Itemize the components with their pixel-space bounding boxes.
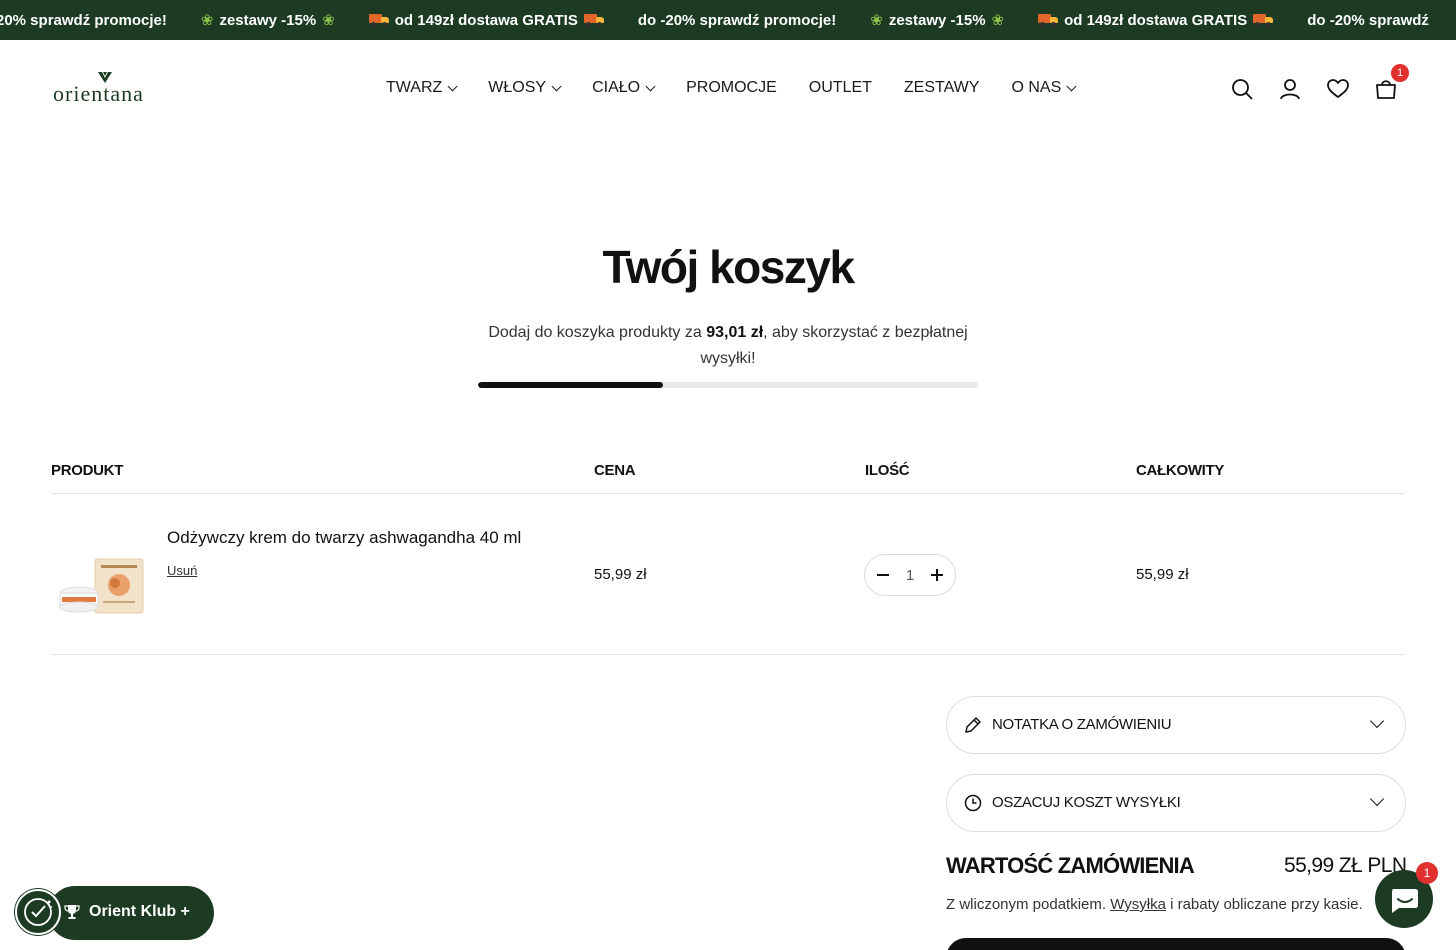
- chat-notification-badge: 1: [1416, 862, 1438, 884]
- free-shipping-progress: [478, 382, 978, 388]
- announcement-item: -20% sprawdź promocje!: [0, 12, 167, 29]
- announcement-text: od 149zł dostawa GRATIS: [1064, 11, 1248, 29]
- announcement-text: -20% sprawdź promocje!: [0, 11, 167, 29]
- accessibility-button[interactable]: [15, 889, 61, 935]
- column-total: CAŁKOWITY: [1136, 462, 1225, 479]
- nav-item-twarz[interactable]: TWARZ: [386, 78, 458, 98]
- accessibility-icon: [24, 898, 52, 926]
- tax-note-after: i rabaty obliczane przy kasie.: [1165, 896, 1363, 913]
- announcement-item: od 149zł dostawa GRATIS: [1038, 11, 1274, 29]
- quantity-stepper: 1: [864, 554, 956, 596]
- free-shipping-message: Dodaj do koszyka produkty za 93,01 zł, a…: [478, 320, 978, 372]
- account-button[interactable]: [1277, 76, 1303, 102]
- announcement-bar: -20% sprawdź promocje! ❀ zestawy -15% ❀ od 1…: [0, 0, 1456, 40]
- free-shipping-amount: 93,01 zł: [706, 324, 764, 341]
- nav-item-label: WŁOSY: [488, 79, 547, 96]
- announcement-item: ❀ zestawy -15% ❀: [200, 11, 335, 30]
- column-quantity: ILOŚĆ: [865, 462, 910, 479]
- leaf-icon: ❀: [870, 12, 883, 29]
- order-total-label: WARTOŚĆ ZAMÓWIENIA: [946, 853, 1195, 878]
- cart-button[interactable]: 1: [1373, 64, 1409, 102]
- cart-table-header: PRODUKT CENA ILOŚĆ CAŁKOWITY: [51, 462, 1405, 494]
- announcement-item: ❀ zestawy -15% ❀: [870, 11, 1005, 30]
- checkout-button[interactable]: [946, 938, 1406, 950]
- remove-item-link[interactable]: Usuń: [167, 563, 197, 578]
- truck-icon: [1038, 13, 1059, 27]
- chevron-down-icon: [1369, 791, 1385, 807]
- column-price: CENA: [594, 462, 636, 479]
- nav-item-label: O NAS: [1011, 79, 1062, 96]
- nav-item-label: ZESTAWY: [903, 79, 980, 96]
- shipping-policy-link[interactable]: Wysyłka: [1110, 896, 1166, 913]
- main-nav: TWARZ WŁOSY CIAŁO PROMOCJE OUTLET ZESTAWY O NA…: [386, 78, 1107, 98]
- trophy-icon: [64, 905, 80, 919]
- chevron-down-icon: [551, 81, 562, 91]
- nav-item-o-nas[interactable]: O NAS: [1011, 78, 1077, 98]
- nav-item-ciało[interactable]: CIAŁO: [592, 78, 656, 98]
- truck-icon: [583, 13, 604, 27]
- nav-item-label: CIAŁO: [592, 79, 641, 96]
- announcement-text: zestawy -15%: [888, 11, 986, 29]
- item-total: 55,99 zł: [1136, 566, 1189, 583]
- nav-item-outlet[interactable]: OUTLET: [809, 78, 872, 98]
- announcement-item: od 149zł dostawa GRATIS: [368, 11, 604, 29]
- header-icons: 1: [1229, 64, 1421, 102]
- leaf-icon: ❀: [322, 12, 335, 29]
- chevron-down-icon: [1066, 81, 1077, 91]
- truck-icon: [1253, 13, 1274, 27]
- progress-fill: [478, 382, 663, 388]
- announcement-item: do -20% sprawdź: [1307, 12, 1429, 29]
- quantity-decrease-button[interactable]: [876, 568, 890, 582]
- clock-icon: [964, 794, 982, 812]
- search-icon: [1232, 79, 1253, 100]
- announcement-text: do -20% sprawdź promocje!: [637, 11, 837, 29]
- chevron-down-icon: [1369, 713, 1385, 729]
- announcement-text: od 149zł dostawa GRATIS: [394, 11, 578, 29]
- announcement-item: do -20% sprawdź promocje!: [638, 12, 836, 29]
- order-note-toggle[interactable]: NOTATKA O ZAMÓWIENIU: [946, 696, 1406, 754]
- nav-item-label: TWARZ: [386, 79, 443, 96]
- order-note-label: NOTATKA O ZAMÓWIENIU: [992, 716, 1172, 733]
- search-button[interactable]: [1229, 76, 1255, 102]
- wishlist-button[interactable]: [1325, 76, 1351, 102]
- announcement-text: zestawy -15%: [219, 11, 317, 29]
- nav-item-promocje[interactable]: PROMOCJE: [686, 78, 777, 98]
- cart-count-badge: 1: [1391, 64, 1409, 82]
- truck-icon: [368, 13, 389, 27]
- page-title: Twój koszyk: [602, 241, 855, 293]
- announcement-text: do -20% sprawdź: [1307, 11, 1429, 29]
- shipping-estimate-toggle[interactable]: OSZACUJ KOSZT WYSYŁKI: [946, 774, 1406, 832]
- product-name[interactable]: Odżywczy krem do twarzy ashwagandha 40 m…: [167, 528, 521, 548]
- chevron-down-icon: [645, 81, 656, 91]
- site-header: orientana TWARZ WŁOSY CIAŁO PROMOCJE OUTLET Z…: [0, 40, 1456, 136]
- quantity-input[interactable]: 1: [895, 567, 925, 584]
- cart-icon: [1376, 80, 1396, 99]
- account-icon: [1280, 79, 1300, 100]
- announcement-track: -20% sprawdź promocje! ❀ zestawy -15% ❀ od 1…: [0, 0, 1456, 40]
- logo-text: orientana: [53, 81, 144, 106]
- quantity-increase-button[interactable]: [930, 568, 944, 582]
- item-price: 55,99 zł: [594, 566, 647, 583]
- product-image[interactable]: [55, 557, 147, 615]
- nav-item-zestawy[interactable]: ZESTAWY: [904, 78, 980, 98]
- logo[interactable]: orientana: [53, 70, 163, 110]
- tax-note-before: Z wliczonym podatkiem.: [946, 896, 1111, 913]
- chevron-down-icon: [447, 81, 458, 91]
- nav-item-włosy[interactable]: WŁOSY: [488, 78, 562, 98]
- heart-icon: [1327, 79, 1349, 98]
- nav-item-label: PROMOCJE: [686, 79, 777, 96]
- pencil-icon: [965, 717, 981, 733]
- free-shipping-prefix: Dodaj do koszyka produkty za: [488, 324, 707, 341]
- shipping-estimate-label: OSZACUJ KOSZT WYSYŁKI: [992, 794, 1181, 811]
- tax-note: Z wliczonym podatkiem. Wysyłka i rabaty …: [946, 896, 1363, 913]
- leaf-icon: ❀: [991, 12, 1005, 29]
- orient-club-label: Orient Klub +: [89, 903, 190, 920]
- nav-item-label: OUTLET: [808, 79, 872, 96]
- column-product: PRODUKT: [51, 462, 124, 479]
- leaf-icon: ❀: [200, 12, 214, 29]
- cart-item-row: Odżywczy krem do twarzy ashwagandha 40 m…: [51, 495, 1405, 655]
